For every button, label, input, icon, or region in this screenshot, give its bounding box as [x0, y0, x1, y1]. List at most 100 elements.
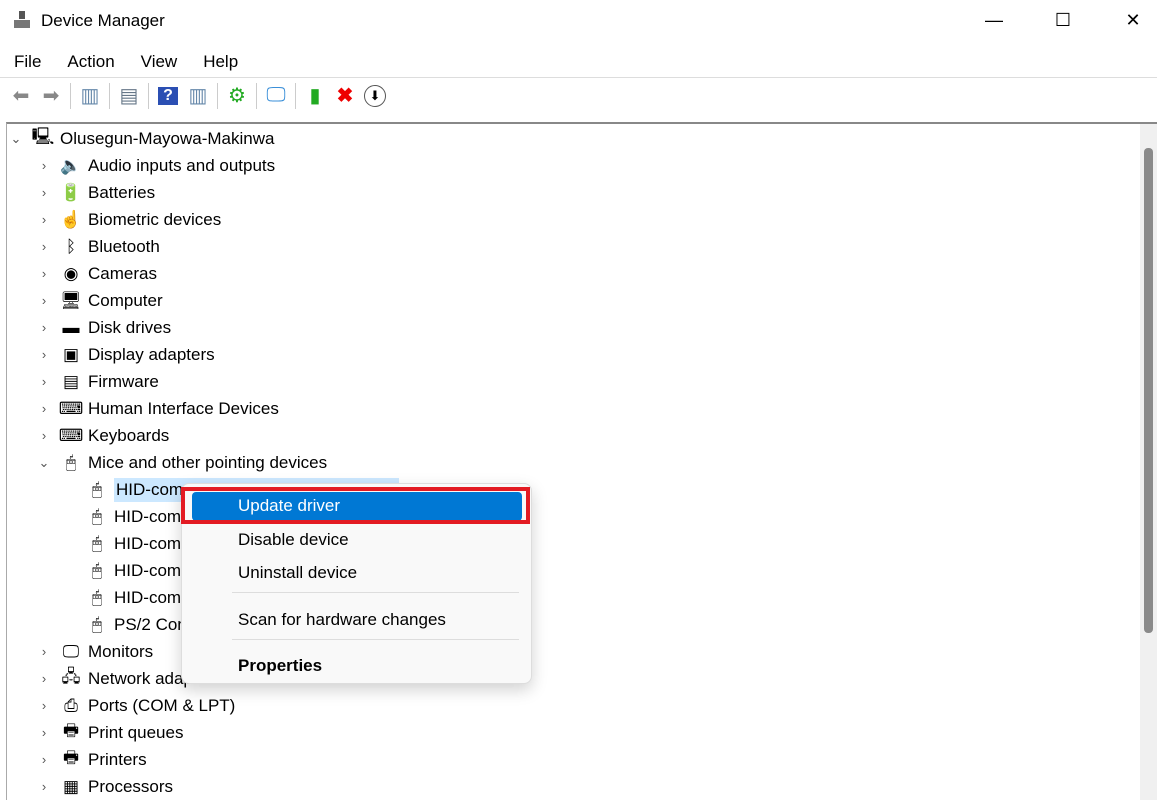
expand-chevron-icon[interactable]: › — [36, 779, 52, 794]
tree-category[interactable]: › ᛒ Bluetooth — [36, 233, 160, 260]
expand-chevron-icon[interactable]: › — [36, 725, 52, 740]
tree-item-label: Mice and other pointing devices — [88, 452, 328, 472]
tree-category[interactable]: › 🔋 Batteries — [36, 179, 155, 206]
device-category-icon: ⌨ — [58, 425, 84, 445]
device-category-icon: ⎙ — [64, 695, 78, 715]
tree-category[interactable]: ⌄ 🖱 Mice and other pointing devices — [36, 449, 328, 476]
tree-category[interactable]: › ▦ Processors — [36, 773, 173, 800]
tree-category[interactable]: › 🖶 Printers — [36, 746, 147, 773]
update-driver-icon[interactable]: ⚙ — [222, 82, 252, 110]
device-category-icon: ▣ — [62, 344, 80, 364]
device-category-icon: 🖶 — [62, 748, 80, 767]
tree-category[interactable]: › ⎙ Ports (COM & LPT) — [36, 692, 236, 719]
device-manager-icon — [12, 10, 32, 30]
properties-item[interactable]: Properties — [238, 656, 322, 676]
device-category-icon: ▤ — [62, 371, 80, 391]
tree-item-label: Batteries — [88, 182, 156, 202]
disable-icon[interactable]: ⬇ — [360, 82, 390, 110]
menu-help[interactable]: Help — [189, 48, 250, 76]
tree-category[interactable]: › ⌨ Keyboards — [36, 422, 169, 449]
device-category-icon: 🔈 — [60, 155, 82, 175]
device-category-icon: ᛒ — [65, 236, 77, 256]
device-category-icon: 🖶 — [62, 721, 80, 740]
device-category-icon: ☝ — [60, 209, 82, 229]
tree-item-label: Computer — [88, 290, 163, 310]
tree-item-label: Audio inputs and outputs — [88, 155, 276, 175]
uninstall-device-item[interactable]: Uninstall device — [238, 563, 357, 583]
tree-item-label: Processors — [88, 776, 174, 796]
help-icon[interactable]: ? — [153, 82, 183, 110]
expand-chevron-icon[interactable]: › — [36, 752, 52, 767]
tree-category[interactable]: › 🔈 Audio inputs and outputs — [36, 152, 275, 179]
tree-category[interactable]: › ☝ Biometric devices — [36, 206, 221, 233]
tree-root-computer[interactable]: ⌄ 🖳 Olusegun-Mayowa-Makinwa — [8, 125, 275, 152]
minimize-button[interactable]: — — [971, 0, 1017, 40]
device-category-icon: 🖱 — [65, 452, 77, 472]
expand-chevron-icon[interactable]: › — [36, 266, 52, 281]
menu-bar: File Action View Help — [0, 48, 250, 76]
device-category-icon: 🖧 — [61, 667, 81, 686]
expand-chevron-icon[interactable]: › — [36, 698, 52, 713]
scrollbar-thumb[interactable] — [1144, 148, 1153, 633]
menu-view[interactable]: View — [127, 48, 190, 76]
device-category-icon: 🖱 — [91, 479, 103, 499]
device-category-icon: 🖵 — [62, 641, 80, 661]
close-button[interactable]: ✕ — [1110, 0, 1156, 40]
device-category-icon: 🔋 — [60, 182, 82, 202]
vertical-scrollbar[interactable] — [1140, 124, 1157, 800]
expand-chevron-icon[interactable]: › — [36, 671, 52, 686]
expand-chevron-icon[interactable]: › — [36, 239, 52, 254]
tree-category[interactable]: › ⌨ Human Interface Devices — [36, 395, 279, 422]
expand-chevron-icon[interactable]: › — [36, 158, 52, 173]
expand-chevron-icon[interactable]: › — [36, 293, 52, 308]
tree-item-label: Disk drives — [88, 317, 172, 337]
tree-category[interactable]: › 🖥 Computer — [36, 287, 163, 314]
tree-item-label: Biometric devices — [88, 209, 222, 229]
collapse-chevron-icon[interactable]: ⌄ — [36, 455, 52, 471]
device-category-icon: 🖱 — [91, 533, 103, 553]
uninstall-icon[interactable]: ✖ — [330, 82, 360, 110]
expand-chevron-icon[interactable]: › — [36, 644, 52, 659]
tree-item-label: Olusegun-Mayowa-Makinwa — [60, 128, 275, 148]
device-category-icon: ⌨ — [58, 398, 84, 418]
tree-item-label: Keyboards — [88, 425, 170, 445]
enable-device-icon[interactable]: ▮ — [300, 82, 330, 110]
tree-category[interactable]: › ▤ Firmware — [36, 368, 159, 395]
device-category-icon: 🖳 — [31, 127, 55, 146]
annotation-highlight-box — [181, 487, 530, 524]
tree-category[interactable]: › ▣ Display adapters — [36, 341, 215, 368]
expand-chevron-icon[interactable]: › — [36, 185, 52, 200]
scan-hardware-icon[interactable]: 🖵 — [261, 82, 291, 110]
tree-category[interactable]: › ▬ Disk drives — [36, 314, 171, 341]
tree-item-label: Cameras — [88, 263, 157, 283]
tree-category[interactable]: › 🖶 Print queues — [36, 719, 184, 746]
menu-file[interactable]: File — [0, 48, 53, 76]
expand-chevron-icon[interactable]: › — [36, 428, 52, 443]
menu-action[interactable]: Action — [53, 48, 126, 76]
tree-category[interactable]: › ◉ Cameras — [36, 260, 157, 287]
forward-icon[interactable]: ➡ — [36, 82, 66, 110]
show-action-pane-icon[interactable]: ▥ — [183, 82, 213, 110]
disable-device-item[interactable]: Disable device — [238, 530, 349, 550]
properties-icon[interactable]: ▤ — [114, 82, 144, 110]
tree-item-label: Monitors — [88, 641, 154, 661]
tree-item-label: Firmware — [88, 371, 159, 391]
expand-chevron-icon[interactable]: › — [36, 347, 52, 362]
tree-item-label: Printers — [88, 749, 147, 769]
maximize-button[interactable]: ☐ — [1040, 0, 1086, 40]
back-icon[interactable]: ⬅ — [6, 82, 36, 110]
tree-item-label: Print queues — [88, 722, 184, 742]
expand-chevron-icon[interactable]: › — [36, 320, 52, 335]
device-category-icon: 🖱 — [91, 506, 103, 526]
collapse-chevron-icon[interactable]: ⌄ — [8, 131, 24, 147]
show-hide-console-tree-icon[interactable]: ▥ — [75, 82, 105, 110]
expand-chevron-icon[interactable]: › — [36, 401, 52, 416]
tree-item-label: Bluetooth — [88, 236, 160, 256]
device-category-icon: ◉ — [63, 263, 79, 283]
device-category-icon: ▬ — [62, 317, 80, 337]
tree-category[interactable]: › 🖵 Monitors — [36, 638, 153, 665]
expand-chevron-icon[interactable]: › — [36, 374, 52, 389]
expand-chevron-icon[interactable]: › — [36, 212, 52, 227]
scan-hardware-item[interactable]: Scan for hardware changes — [238, 610, 446, 630]
device-category-icon: 🖱 — [91, 560, 103, 580]
